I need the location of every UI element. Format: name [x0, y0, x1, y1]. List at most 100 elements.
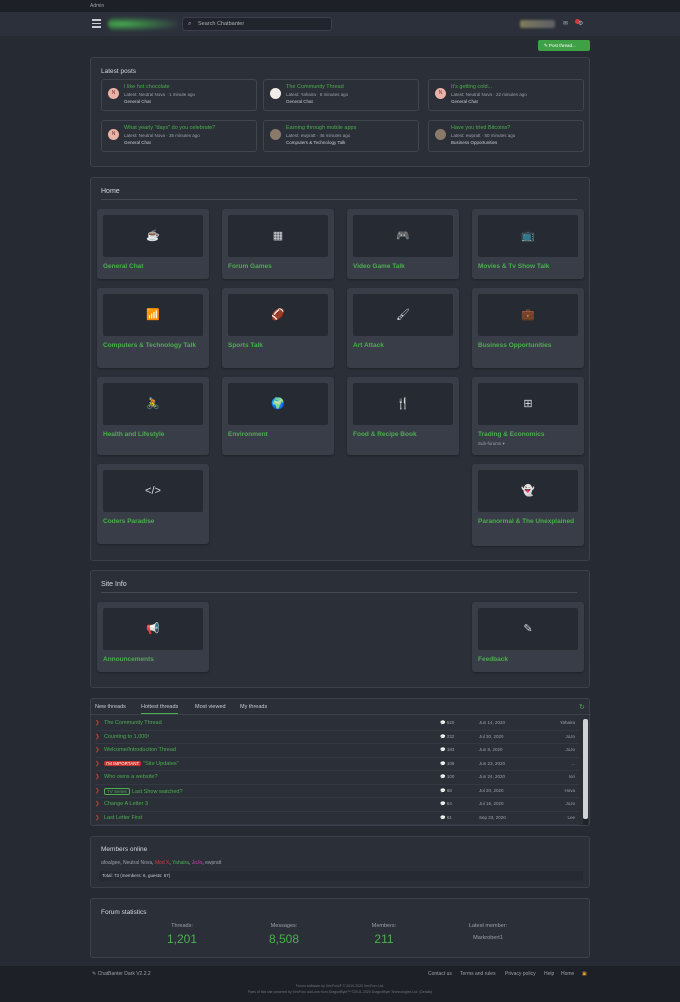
- forum-node[interactable]: ✎ Feedback: [472, 602, 584, 672]
- thread-last-user[interactable]: JoJo: [565, 801, 575, 806]
- latest-post-title[interactable]: The Community Thread: [286, 84, 344, 90]
- forum-node-title[interactable]: Paranormal & The Unexplained: [478, 518, 578, 526]
- forum-node-title[interactable]: Video Game Talk: [353, 263, 453, 271]
- thread-title[interactable]: Who owns a website?: [104, 774, 158, 780]
- footer-link-privacy[interactable]: Privacy policy: [505, 971, 536, 977]
- forum-node-title[interactable]: Forum Games: [228, 263, 328, 271]
- thread-row[interactable]: ❯ Last Letter First 💬 61 Sep 23, 2020 Lee: [95, 812, 579, 825]
- footer-link-contact[interactable]: Contact us: [428, 971, 452, 977]
- avatar[interactable]: [270, 129, 281, 140]
- latest-post-item[interactable]: The Community Thread Latest: Yahaira · 8 …: [263, 79, 419, 111]
- forum-node[interactable]: 🍴 Food & Recipe Book: [347, 377, 459, 455]
- forum-node-title[interactable]: Sports Talk: [228, 342, 328, 350]
- avatar[interactable]: N: [435, 88, 446, 99]
- menu-icon[interactable]: [92, 19, 101, 30]
- thread-title[interactable]: Change A Letter 3: [104, 801, 148, 807]
- envelope-icon[interactable]: ✉: [563, 20, 568, 27]
- thread-last-user[interactable]: Yahaira: [560, 720, 575, 725]
- thread-row[interactable]: ❯ Change A Letter 3 💬 64 Jul 16, 2020 JoJo: [95, 798, 579, 812]
- latest-post-forum[interactable]: General Chat: [286, 99, 313, 104]
- forum-node[interactable]: 💼 Business Opportunities: [472, 288, 584, 368]
- thread-title-text[interactable]: The Community Thread: [104, 720, 162, 726]
- latest-post-item[interactable]: N What yearly "days" do you celebrate? Lat…: [101, 120, 257, 152]
- member-link[interactable]: JoJo: [192, 860, 203, 866]
- member-link[interactable]: Neutral Nova: [123, 860, 152, 866]
- thread-title-text[interactable]: Counting to 1,000!: [104, 734, 149, 740]
- forum-node-title[interactable]: Art Attack: [353, 342, 453, 350]
- forum-node[interactable]: 🖌 Art Attack: [347, 288, 459, 368]
- forum-node[interactable]: ☕ General Chat: [97, 209, 209, 279]
- forum-node[interactable]: 📺 Movies & Tv Show Talk: [472, 209, 584, 279]
- forum-node-title[interactable]: Announcements: [103, 656, 203, 664]
- thread-title[interactable]: TV Series Last Show watched?: [104, 787, 183, 795]
- latest-post-forum[interactable]: Business Opportunities: [451, 140, 497, 145]
- thread-title[interactable]: Last Letter First: [104, 815, 142, 821]
- thread-title-text[interactable]: "Site Updates": [143, 761, 178, 767]
- tab-new-threads[interactable]: New threads: [95, 704, 126, 710]
- forum-node-title[interactable]: General Chat: [103, 263, 203, 271]
- site-logo[interactable]: [108, 17, 178, 31]
- latest-post-forum[interactable]: General Chat: [124, 140, 151, 145]
- scrollbar[interactable]: [583, 719, 588, 825]
- latest-post-title[interactable]: It's getting cold...: [451, 84, 492, 90]
- tab-hottest-threads[interactable]: Hottest threads: [141, 704, 179, 714]
- thread-title-text[interactable]: Last Show watched?: [132, 789, 183, 795]
- forum-node[interactable]: ⊞ Trading & Economics Sub-forums ▾: [472, 377, 584, 455]
- latest-post-forum[interactable]: General Chat: [451, 99, 478, 104]
- avatar[interactable]: [270, 88, 281, 99]
- bell-icon[interactable]: ⚙: [578, 20, 583, 27]
- forum-node[interactable]: </> Coders Paradise: [97, 464, 209, 544]
- latest-post-title[interactable]: I like hot chocolate: [124, 84, 170, 90]
- forum-node[interactable]: ▦ Forum Games: [222, 209, 334, 279]
- thread-row[interactable]: ❯ Welcome/Introduction Thread 💬 183 Jun 8, …: [95, 744, 579, 758]
- thread-title-text[interactable]: Last Letter First: [104, 815, 142, 821]
- thread-row[interactable]: ❯ I'M IMPORTANT "Site Updates" 💬 108 Jun 23,…: [95, 758, 579, 771]
- thread-title[interactable]: The Community Thread: [104, 720, 162, 726]
- latest-post-item[interactable]: N I like hot chocolate Latest: Neutral Nov…: [101, 79, 257, 111]
- thread-row[interactable]: ❯ TV Series Last Show watched? 💬 68 Jul 20, …: [95, 785, 579, 798]
- forum-node-title[interactable]: Food & Recipe Book: [353, 431, 453, 439]
- user-avatar[interactable]: [520, 20, 555, 28]
- member-link[interactable]: afoalgee: [101, 860, 120, 866]
- sub-forums-toggle[interactable]: Sub-forums ▾: [478, 441, 505, 447]
- thread-title-text[interactable]: Welcome/Introduction Thread: [104, 747, 176, 753]
- post-thread-button[interactable]: ✎ Post thread...: [538, 40, 590, 51]
- thread-title[interactable]: Counting to 1,000!: [104, 734, 149, 740]
- thread-row[interactable]: ❯ Counting to 1,000! 💬 232 Jul 30, 2020 JoJo: [95, 731, 579, 744]
- latest-post-forum[interactable]: Computers & Technology Talk: [286, 140, 345, 145]
- thread-last-user[interactable]: ...: [571, 761, 575, 766]
- refresh-icon[interactable]: ↻: [579, 703, 585, 711]
- forum-node-title[interactable]: Coders Paradise: [103, 518, 203, 526]
- forum-node[interactable]: 🚴 Health and Lifestyle: [97, 377, 209, 455]
- thread-last-user[interactable]: Lee: [567, 815, 575, 820]
- thread-last-user[interactable]: Hova: [564, 788, 575, 793]
- forum-node-title[interactable]: Health and Lifestyle: [103, 431, 203, 439]
- admin-link[interactable]: Admin: [90, 3, 104, 9]
- footer-link-home[interactable]: Home: [561, 971, 574, 977]
- thread-row[interactable]: ❯ The Community Thread 💬 520 Jun 14, 2020 Ya…: [95, 717, 579, 731]
- forum-node[interactable]: 🌍 Environment: [222, 377, 334, 455]
- thread-title[interactable]: Welcome/Introduction Thread: [104, 747, 176, 753]
- member-link[interactable]: Mod X: [155, 860, 169, 866]
- forum-node[interactable]: 👻 Paranormal & The Unexplained: [472, 464, 584, 546]
- forum-node-title[interactable]: Environment: [228, 431, 328, 439]
- thread-title[interactable]: I'M IMPORTANT "Site Updates": [104, 760, 179, 767]
- latest-post-title[interactable]: Have you tried Bitcoins?: [451, 125, 510, 131]
- forum-node-title[interactable]: Business Opportunities: [478, 342, 578, 350]
- latest-member-link[interactable]: Markrobert1: [443, 935, 533, 941]
- thread-row[interactable]: ❯ Who owns a website? 💬 100 Jun 24, 2020 Ior…: [95, 771, 579, 785]
- avatar[interactable]: N: [108, 129, 119, 140]
- latest-post-title[interactable]: What yearly "days" do you celebrate?: [124, 125, 215, 131]
- latest-post-forum[interactable]: General Chat: [124, 99, 151, 104]
- thread-title-text[interactable]: Who owns a website?: [104, 774, 158, 780]
- latest-post-item[interactable]: Have you tried Bitcoins? Latest: ewpratt …: [428, 120, 584, 152]
- forum-node[interactable]: 📢 Announcements: [97, 602, 209, 672]
- thread-last-user[interactable]: Iori: [569, 774, 575, 779]
- forum-node[interactable]: 🏈 Sports Talk: [222, 288, 334, 368]
- forum-node[interactable]: 📶 Computers & Technology Talk: [97, 288, 209, 368]
- latest-post-title[interactable]: Earning through mobile apps: [286, 125, 356, 131]
- forum-node[interactable]: 🎮 Video Game Talk: [347, 209, 459, 279]
- search-input[interactable]: ⌕ Search Chatbanter: [182, 17, 332, 31]
- footer-link-terms[interactable]: Terms and rules: [460, 971, 496, 977]
- tab-most-viewed[interactable]: Most viewed: [195, 704, 226, 710]
